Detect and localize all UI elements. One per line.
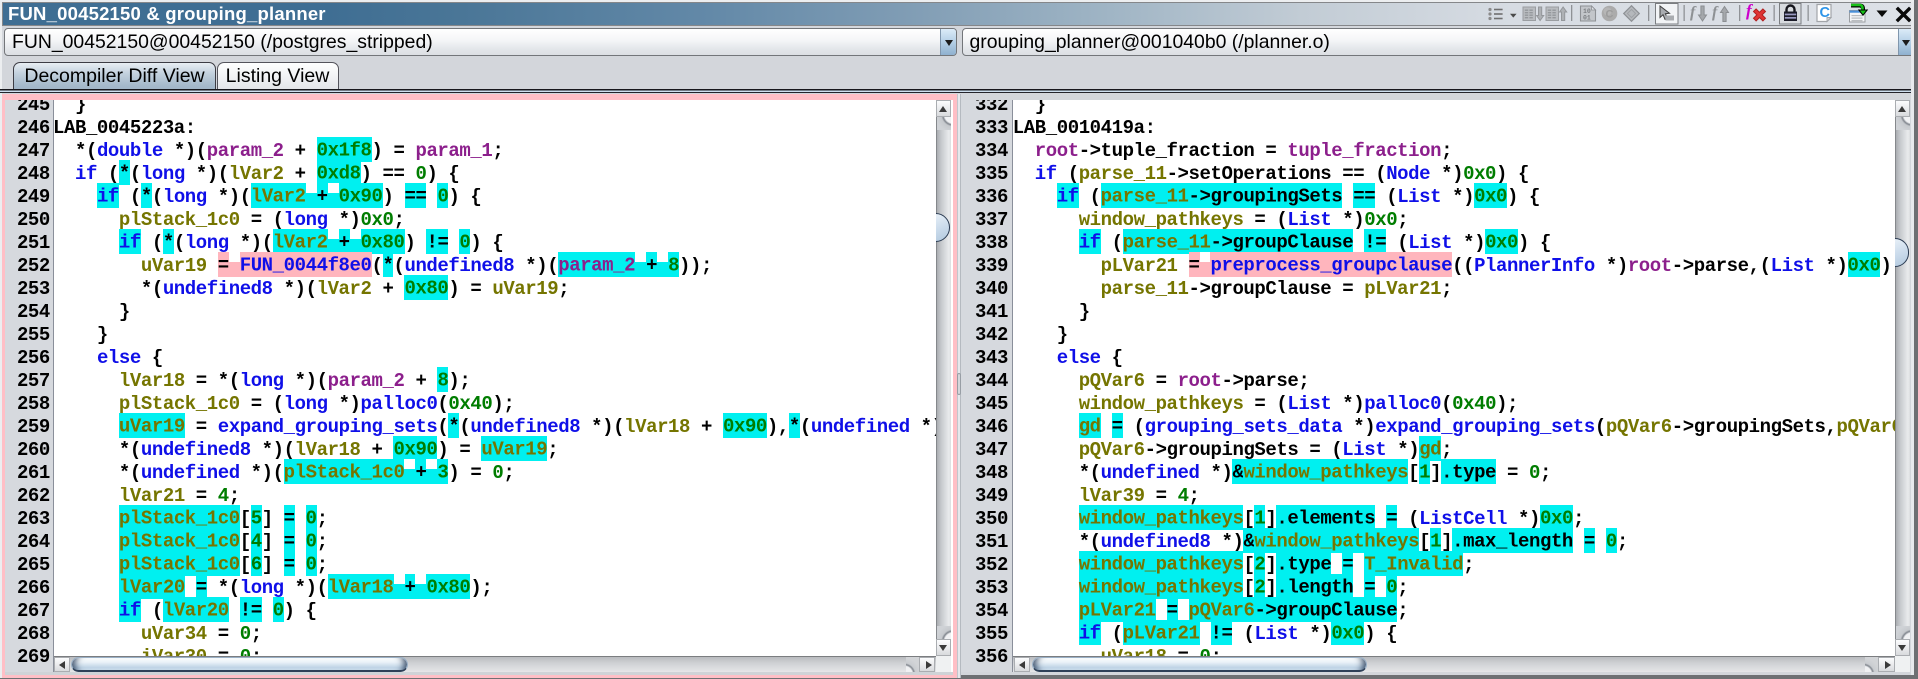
svg-text:C: C <box>1820 5 1831 21</box>
svg-text:f: f <box>1690 4 1697 21</box>
svg-text:f: f <box>1746 1 1754 20</box>
svg-text:f: f <box>1712 4 1719 21</box>
svg-text:01: 01 <box>1583 14 1591 21</box>
svg-text:C: C <box>1606 9 1614 21</box>
